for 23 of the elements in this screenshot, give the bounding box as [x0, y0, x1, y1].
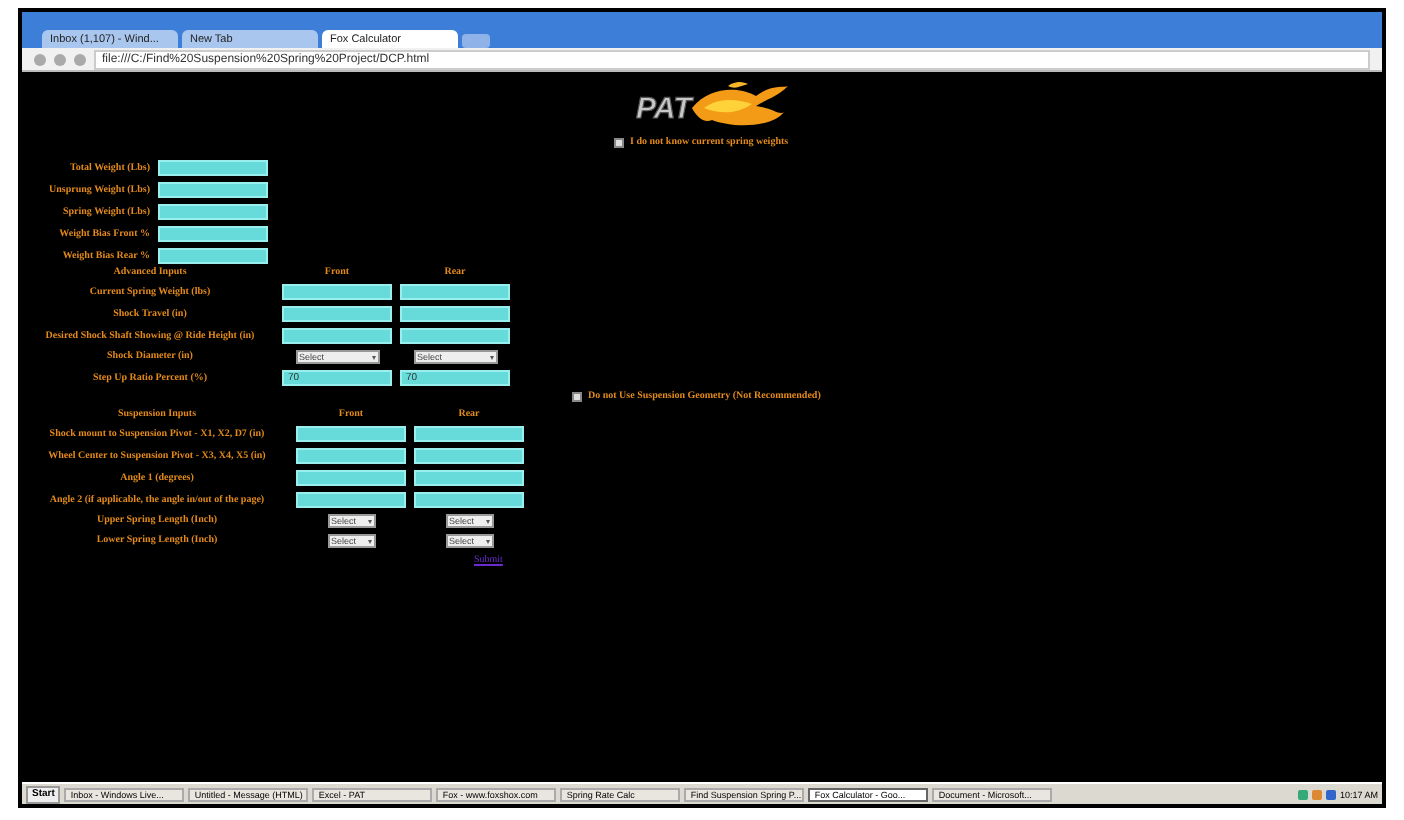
input-field[interactable] [414, 448, 524, 464]
input-field[interactable] [296, 426, 406, 442]
input-field[interactable] [400, 306, 510, 322]
input-field[interactable] [158, 204, 268, 220]
new-tab-button[interactable] [462, 34, 490, 48]
input-field[interactable] [282, 328, 392, 344]
checkbox[interactable] [572, 392, 582, 402]
input-field[interactable] [158, 226, 268, 242]
input-field[interactable] [282, 284, 392, 300]
input-field[interactable] [282, 306, 392, 322]
input-field[interactable] [400, 328, 510, 344]
input-field[interactable] [158, 160, 268, 176]
logo: PAT [632, 80, 788, 132]
input-field[interactable] [414, 426, 524, 442]
input-field[interactable] [400, 284, 510, 300]
input-field[interactable] [296, 492, 406, 508]
checkbox[interactable] [614, 138, 624, 148]
input-field[interactable] [158, 248, 268, 264]
input-field[interactable] [296, 448, 406, 464]
input-field[interactable] [414, 492, 524, 508]
input-field[interactable] [414, 470, 524, 486]
input-field[interactable] [158, 182, 268, 198]
input-field[interactable] [296, 470, 406, 486]
